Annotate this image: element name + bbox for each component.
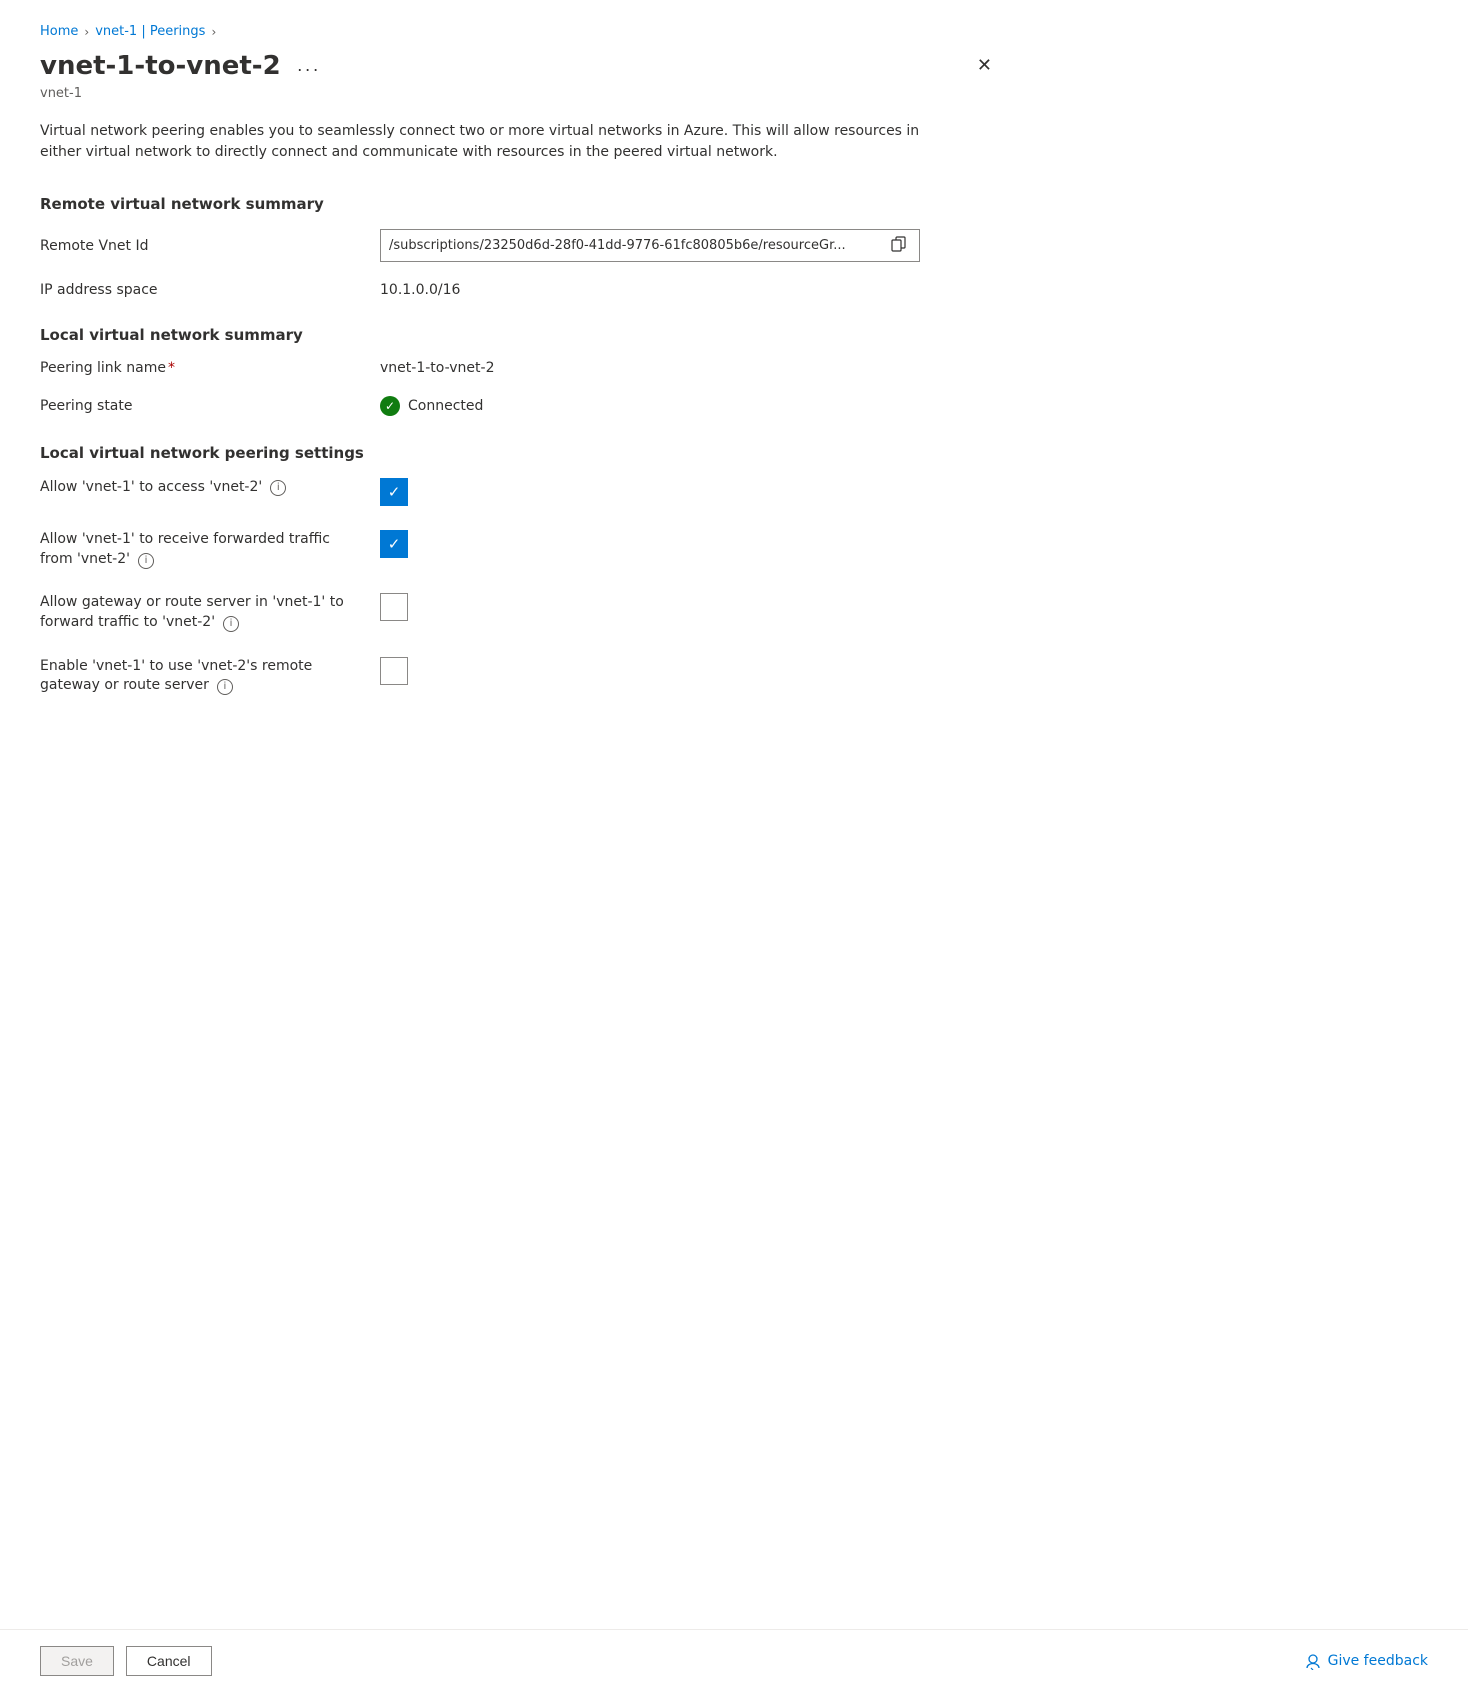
checkbox4-row: Enable 'vnet-1' to use 'vnet-2's remote …: [40, 657, 1000, 696]
checkbox4-label-line1: Enable 'vnet-1' to use 'vnet-2's remote: [40, 657, 312, 677]
checkbox1-label: Allow 'vnet-1' to access 'vnet-2' i: [40, 478, 380, 498]
save-button[interactable]: Save: [40, 1646, 114, 1676]
ip-space-value: 10.1.0.0/16: [380, 282, 460, 298]
checkbox1-info-icon[interactable]: i: [270, 480, 286, 496]
vnet-id-row: Remote Vnet Id /subscriptions/23250d6d-2…: [40, 229, 1000, 262]
title-group: vnet-1-to-vnet-2 ···: [40, 51, 327, 82]
checkbox3-control[interactable]: [380, 593, 408, 621]
breadcrumb-home[interactable]: Home: [40, 24, 78, 39]
checkbox2-label-line2: from 'vnet-2' i: [40, 550, 330, 570]
peering-link-row: Peering link name* vnet-1-to-vnet-2: [40, 360, 1000, 376]
cancel-button[interactable]: Cancel: [126, 1646, 212, 1676]
copy-icon: [891, 236, 907, 252]
close-button[interactable]: ✕: [969, 51, 1000, 80]
required-indicator: *: [168, 360, 175, 376]
ip-space-label: IP address space: [40, 282, 380, 298]
vnet-id-label: Remote Vnet Id: [40, 238, 380, 254]
give-feedback-label: Give feedback: [1328, 1653, 1428, 1669]
checkbox4-info-icon[interactable]: i: [217, 679, 233, 695]
feedback-icon: [1304, 1652, 1322, 1670]
footer-bar: Save Cancel Give feedback: [0, 1629, 1468, 1692]
settings-section-heading: Local virtual network peering settings: [40, 444, 1000, 462]
peering-link-label: Peering link name*: [40, 360, 380, 376]
checkbox3-label-line2: forward traffic to 'vnet-2' i: [40, 613, 344, 633]
settings-section: Local virtual network peering settings A…: [40, 444, 1000, 696]
checkbox1-label-text: Allow 'vnet-1' to access 'vnet-2': [40, 478, 262, 498]
breadcrumb-sep-2: ›: [211, 25, 216, 39]
checkbox3-info-icon[interactable]: i: [223, 616, 239, 632]
local-section-heading: Local virtual network summary: [40, 326, 1000, 344]
ip-space-row: IP address space 10.1.0.0/16: [40, 282, 1000, 298]
checkbox1-control[interactable]: [380, 478, 408, 506]
local-section: Local virtual network summary Peering li…: [40, 326, 1000, 416]
checkbox4-label-multiline: Enable 'vnet-1' to use 'vnet-2's remote …: [40, 657, 312, 696]
checkbox4-control[interactable]: [380, 657, 408, 685]
vnet-id-value: /subscriptions/23250d6d-28f0-41dd-9776-6…: [389, 238, 887, 253]
checkbox2-control[interactable]: [380, 530, 408, 558]
checkbox3-label: Allow gateway or route server in 'vnet-1…: [40, 593, 380, 632]
checkbox3-row: Allow gateway or route server in 'vnet-1…: [40, 593, 1000, 632]
checkbox2-row: Allow 'vnet-1' to receive forwarded traf…: [40, 530, 1000, 569]
footer-actions: Save Cancel: [40, 1646, 212, 1676]
checkbox4-label-line2: gateway or route server i: [40, 676, 312, 696]
description-text: Virtual network peering enables you to s…: [40, 121, 940, 163]
remote-section: Remote virtual network summary Remote Vn…: [40, 195, 1000, 298]
peering-state-value: Connected: [380, 396, 483, 416]
vnet-id-field: /subscriptions/23250d6d-28f0-41dd-9776-6…: [380, 229, 920, 262]
checkbox2-label-line1: Allow 'vnet-1' to receive forwarded traf…: [40, 530, 330, 550]
peering-link-value: vnet-1-to-vnet-2: [380, 360, 494, 376]
remote-section-heading: Remote virtual network summary: [40, 195, 1000, 213]
checkbox3-label-line1: Allow gateway or route server in 'vnet-1…: [40, 593, 344, 613]
page-title: vnet-1-to-vnet-2: [40, 51, 281, 82]
checkbox1-row: Allow 'vnet-1' to access 'vnet-2' i: [40, 478, 1000, 506]
checkbox4-label: Enable 'vnet-1' to use 'vnet-2's remote …: [40, 657, 380, 696]
peering-state-text: Connected: [408, 398, 483, 414]
checkbox2-label-multiline: Allow 'vnet-1' to receive forwarded traf…: [40, 530, 330, 569]
breadcrumb-peerings[interactable]: vnet-1 | Peerings: [95, 24, 205, 39]
checkbox2-info-icon[interactable]: i: [138, 553, 154, 569]
breadcrumb: Home › vnet-1 | Peerings ›: [40, 24, 1000, 39]
checkbox2-label: Allow 'vnet-1' to receive forwarded traf…: [40, 530, 380, 569]
page-header: vnet-1-to-vnet-2 ··· ✕: [40, 51, 1000, 82]
peering-state-row: Peering state Connected: [40, 396, 1000, 416]
connected-icon: [380, 396, 400, 416]
copy-vnet-id-button[interactable]: [887, 234, 911, 257]
give-feedback-link[interactable]: Give feedback: [1304, 1652, 1428, 1670]
checkbox3-label-multiline: Allow gateway or route server in 'vnet-1…: [40, 593, 344, 632]
peering-state-label: Peering state: [40, 398, 380, 414]
page-subtitle: vnet-1: [40, 86, 1000, 101]
breadcrumb-sep-1: ›: [84, 25, 89, 39]
more-button[interactable]: ···: [291, 57, 327, 82]
